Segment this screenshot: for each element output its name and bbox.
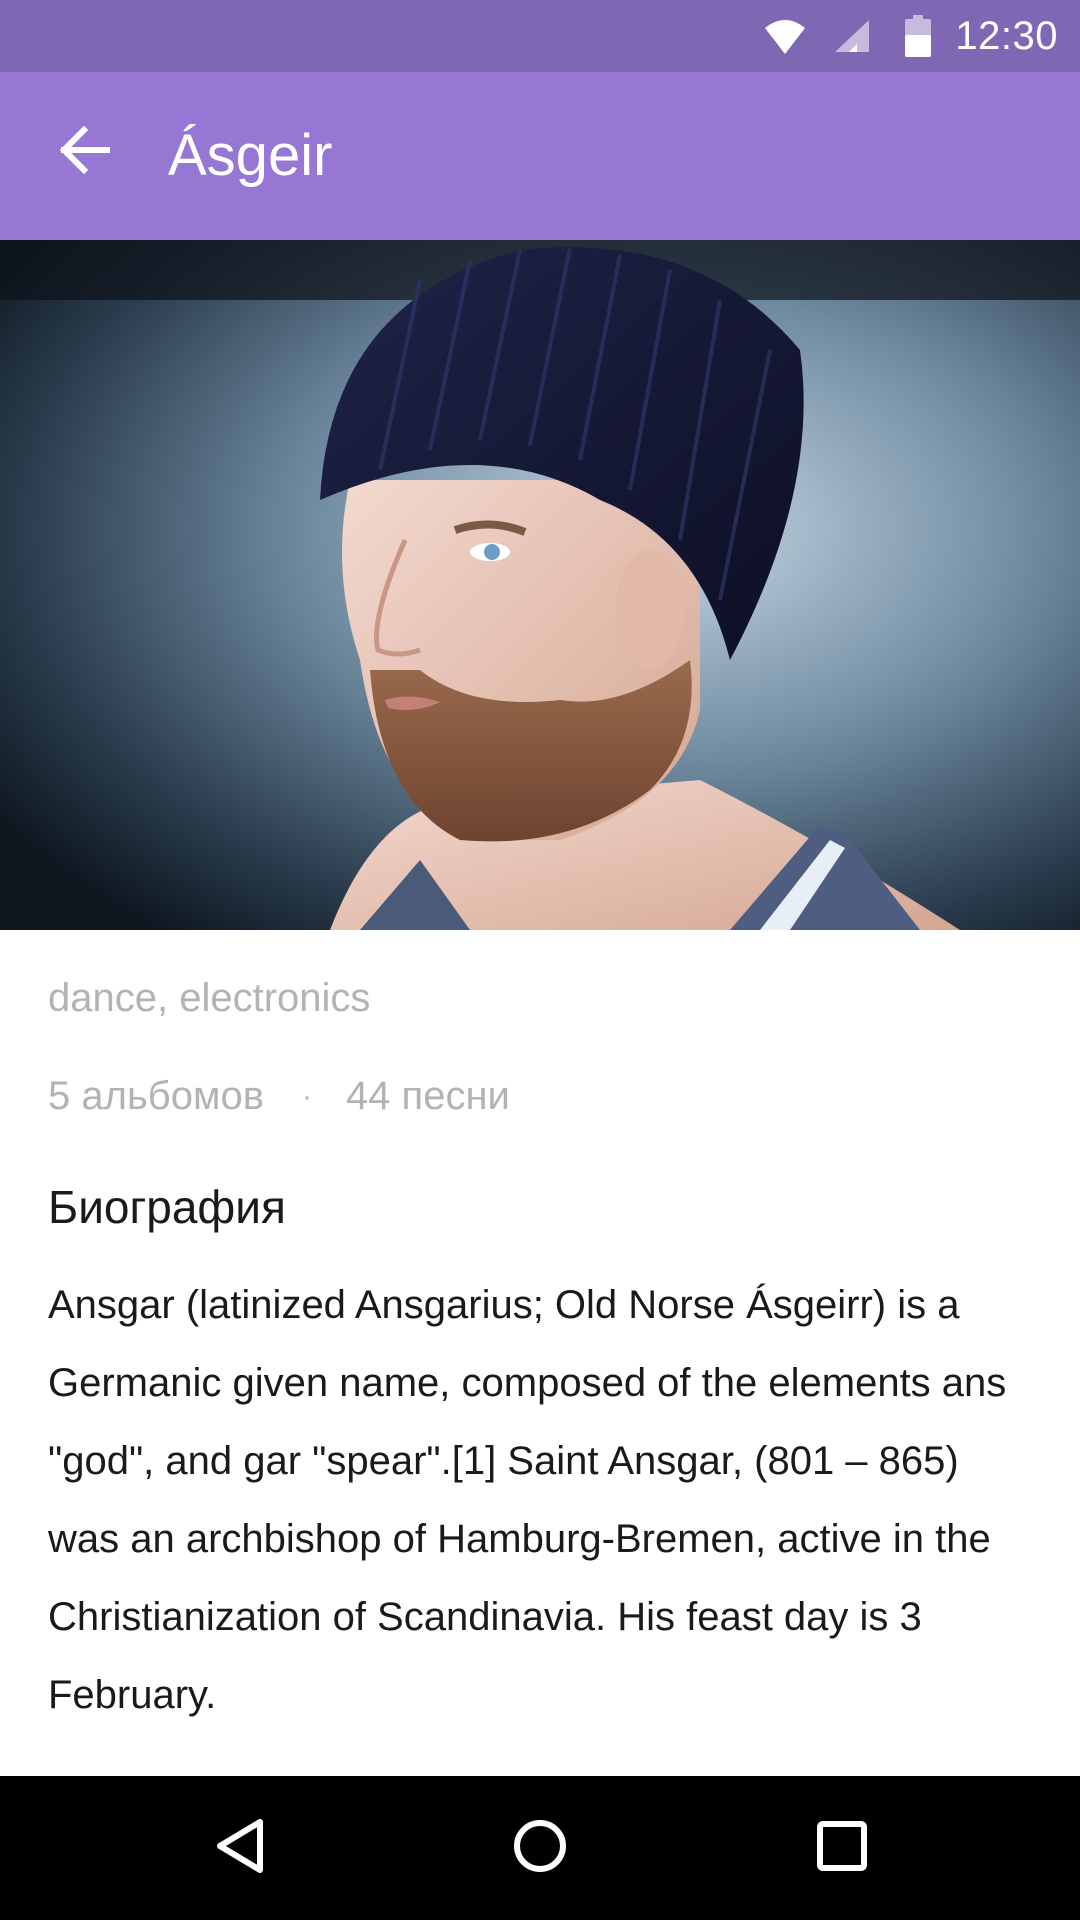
cellular-signal-icon <box>833 18 871 54</box>
biography-text: Ansgar (latinized Ansgarius; Old Norse Á… <box>48 1283 1007 1717</box>
battery-icon <box>905 15 932 57</box>
status-bar: 12:30 <box>0 0 1080 72</box>
artist-photo <box>0 240 1080 930</box>
status-icons: 12:30 <box>763 0 1058 72</box>
system-nav-bar <box>0 1776 1080 1920</box>
arrow-back-icon <box>58 125 111 179</box>
nav-recents-button[interactable] <box>762 1776 922 1920</box>
recents-square-icon <box>816 1820 868 1877</box>
albums-count: 5 альбомов <box>48 1074 264 1118</box>
wifi-icon <box>763 16 807 56</box>
home-circle-icon <box>512 1818 568 1879</box>
status-time: 12:30 <box>955 13 1058 58</box>
nav-back-button[interactable] <box>160 1776 320 1920</box>
artist-genres: dance, electronics <box>48 976 371 1020</box>
nav-home-button[interactable] <box>460 1776 620 1920</box>
stats-separator: · <box>301 1079 312 1113</box>
biography-heading: Биография <box>48 1181 286 1233</box>
songs-count: 44 песни <box>345 1074 510 1118</box>
artist-stats: 5 альбомов · 44 песни <box>48 1074 510 1119</box>
page-title: Ásgeir <box>168 123 333 188</box>
back-triangle-icon <box>214 1818 266 1879</box>
app-bar: Ásgeir <box>0 72 1080 240</box>
back-button[interactable] <box>44 112 124 192</box>
